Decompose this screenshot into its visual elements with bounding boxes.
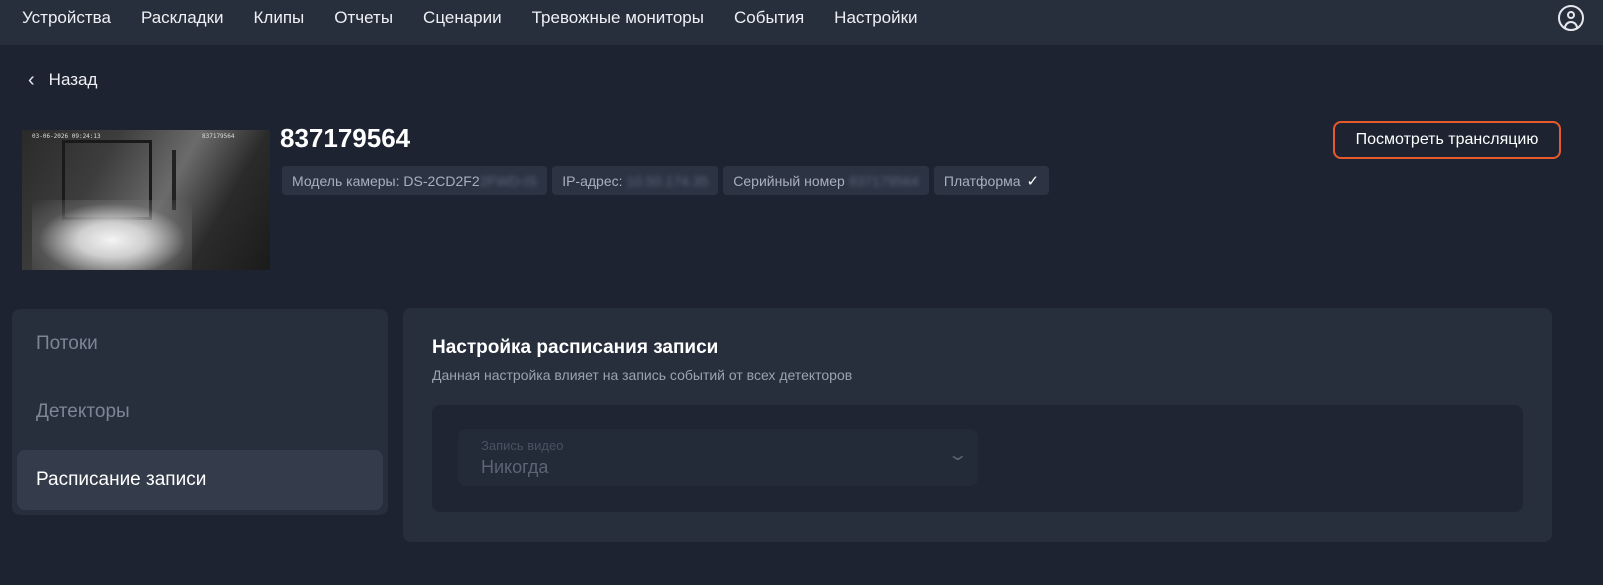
chip-ip-label: IP-адрес: [562, 172, 623, 189]
tab-detectors[interactable]: Детекторы [17, 382, 383, 442]
settings-tabs: Потоки Детекторы Расписание записи [12, 309, 388, 515]
chip-model-label: Модель камеры: DS-2CD2F2 [292, 172, 480, 189]
panel-title: Настройка расписания записи [432, 337, 719, 358]
profile-shoulders [1564, 21, 1578, 29]
profile-head [1567, 11, 1575, 19]
schedule-settings-box: Запись видео Никогда ⌄ [432, 405, 1523, 512]
check-icon: ✓ [1026, 172, 1040, 190]
panel-subtitle: Данная настройка влияет на запись событи… [432, 367, 853, 383]
tab-streams[interactable]: Потоки [17, 314, 383, 374]
chip-platform-label: Платформа [943, 172, 1021, 189]
chip-ip: IP-адрес: 10.50.174.35 [552, 166, 719, 195]
chip-serial: Серийный номер 837179564 [723, 166, 929, 195]
camera-thumbnail[interactable]: 03-06-2026 09:24:13 837179564 [22, 130, 270, 270]
watch-stream-button[interactable]: Посмотреть трансляцию [1333, 121, 1561, 159]
nav-item-settings[interactable]: Настройки [834, 8, 917, 28]
nav-item-devices[interactable]: Устройства [22, 8, 111, 28]
user-circle-icon[interactable] [1558, 5, 1584, 31]
top-navigation: Устройства Раскладки Клипы Отчеты Сценар… [0, 0, 1603, 45]
chip-model-hidden: 2FWD-IS [479, 172, 538, 189]
back-label: Назад [48, 70, 98, 89]
thumb-osd-id: 837179564 [202, 133, 235, 140]
nav-item-clips[interactable]: Клипы [254, 8, 305, 28]
chevron-left-icon: ‹ [28, 69, 35, 91]
chip-platform: Платформа ✓ [933, 166, 1050, 195]
chip-model: Модель камеры: DS-2CD2F2 2FWD-IS [282, 166, 548, 195]
thumb-osd-timestamp: 03-06-2026 09:24:13 [32, 133, 101, 140]
camera-info-chips: Модель камеры: DS-2CD2F2 2FWD-IS IP-адре… [282, 166, 1054, 195]
select-value: Никогда [481, 457, 549, 477]
nav-item-layouts[interactable]: Раскладки [141, 8, 224, 28]
nav-item-alarm-monitors[interactable]: Тревожные мониторы [532, 8, 704, 28]
chip-serial-label: Серийный номер [733, 172, 845, 189]
nav-item-reports[interactable]: Отчеты [334, 8, 393, 28]
back-link[interactable]: ‹ Назад [28, 70, 97, 90]
video-recording-select[interactable]: Запись видео Никогда ⌄ [458, 429, 978, 486]
chip-serial-hidden: 837179564 [848, 172, 919, 189]
select-label: Запись видео [481, 438, 564, 453]
chip-ip-hidden: 10.50.174.35 [626, 172, 709, 189]
nav-item-scenarios[interactable]: Сценарии [423, 8, 502, 28]
nav-menu: Устройства Раскладки Клипы Отчеты Сценар… [22, 8, 948, 28]
schedule-panel: Настройка расписания записи Данная настр… [403, 308, 1552, 542]
thumb-light [32, 200, 192, 270]
chevron-down-icon: ⌄ [946, 447, 969, 464]
tab-recording-schedule[interactable]: Расписание записи [17, 450, 383, 510]
nav-item-events[interactable]: События [734, 8, 804, 28]
camera-title: 837179564 [280, 123, 411, 153]
